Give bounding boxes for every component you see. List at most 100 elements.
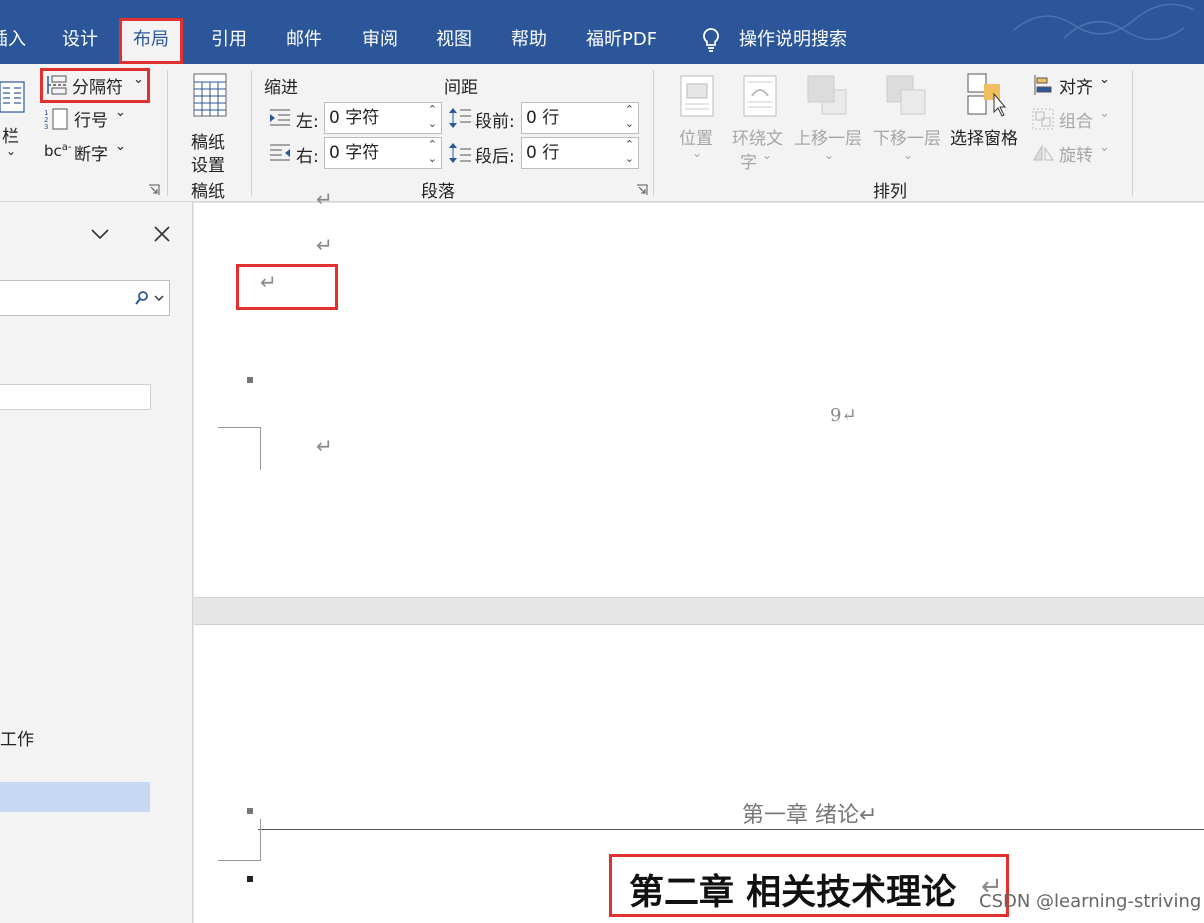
line-numbers-button[interactable]: 123 行号 ⌄ [44,104,144,132]
page-break-icon [47,75,67,95]
rotate-icon [1033,144,1054,161]
svg-text:3: 3 [44,123,48,130]
bring-forward-button[interactable]: 上移一层 ⌄ [792,70,868,170]
crop-mark [218,427,261,470]
dialog-launcher-icon[interactable] [148,184,160,196]
breaks-button[interactable]: 分隔符 ⌄ [40,68,150,103]
spacing-before-spinner[interactable]: 0 行 ⌃ ⌄ [521,102,639,134]
crop-mark [218,819,261,861]
group-separator [1132,70,1133,196]
chevron-down-icon: ⌄ [6,144,17,158]
chapter-heading[interactable]: 第二章 相关技术理论 ↵ [609,854,1009,917]
bullet-marker [247,808,253,814]
lightbulb-icon [703,28,719,52]
hyphenation-icon: bca- [44,142,72,160]
selection-pane-button[interactable]: 选择窗格 [950,70,1026,150]
indent-left-spinner[interactable]: 0 字符 ⌃ ⌄ [324,102,442,134]
paragraph-mark: ↵ [316,233,333,257]
spacing-after-icon [449,143,471,163]
group-label-paragraph: 段落 [421,182,455,202]
group-label-arrange: 排列 [873,182,907,202]
paragraph-mark: ↵ [316,434,333,458]
bring-forward-icon [807,75,847,115]
chevron-down-icon[interactable] [154,294,164,302]
position-icon [680,75,714,117]
selection-pane-icon [967,73,1007,117]
title-bar-decoration [1013,3,1195,40]
nav-selected-item[interactable] [0,782,150,812]
indent-header: 缩进 [264,78,298,98]
tab-references[interactable]: 引用 [207,22,251,58]
bullet-marker [247,377,253,383]
group-objects-button[interactable]: 组合 ⌄ [1032,106,1122,132]
tab-view[interactable]: 视图 [432,22,476,58]
tab-mailings[interactable]: 邮件 [282,22,326,58]
tab-design[interactable]: 设计 [58,22,102,58]
tab-layout[interactable]: 布局 [119,18,183,64]
spinner-arrows-icon[interactable]: ⌃ ⌄ [625,138,634,166]
spinner-arrows-icon[interactable]: ⌃ ⌄ [428,138,437,166]
columns-icon [0,81,25,113]
line-numbers-icon: 123 [44,108,68,130]
group-separator [251,70,252,196]
manuscript-settings-button[interactable]: 稿纸 设置 [180,70,242,176]
position-button[interactable]: 位置 ⌄ [674,70,724,170]
chevron-down-icon: ⌄ [1099,106,1110,121]
nav-list-item[interactable]: 工作 [0,725,34,750]
chevron-down-icon: ⌄ [824,148,835,162]
chevron-down-icon[interactable] [90,226,110,242]
chevron-down-icon: ⌄ [115,105,126,120]
indent-left-label: 左: [296,112,319,132]
indent-right-label: 右: [296,147,319,167]
group-separator [653,70,654,196]
send-backward-button[interactable]: 下移一层 ⌄ [871,70,947,170]
close-icon[interactable] [152,224,172,244]
chevron-down-icon: ⌄ [115,139,126,154]
tab-insert[interactable]: 插入 [0,22,30,58]
document-page-bottom[interactable]: ↵ ↵ ↵ 9↵ ↵ [194,187,1204,597]
tab-review[interactable]: 审阅 [358,22,402,58]
window-title-fragment: ▔▔▔▔▔ [490,0,557,7]
chevron-down-icon: ⌄ [903,148,914,162]
dialog-launcher-icon[interactable] [636,184,648,196]
chevron-down-icon: ⌄ [1099,72,1110,87]
align-button[interactable]: 对齐 ⌄ [1032,72,1122,98]
spacing-after-spinner[interactable]: 0 行 ⌃ ⌄ [521,137,639,169]
spacing-before-label: 段前: [475,112,515,132]
group-separator [167,70,168,196]
indent-left-icon [270,109,290,126]
send-backward-icon [886,75,926,115]
navigation-search-input[interactable] [0,280,170,316]
spacing-before-icon [449,108,471,128]
search-icon[interactable] [134,290,150,306]
ribbon-tab-bar: ▔▔▔▔▔ 插入 设计 布局 引用 邮件 审阅 视图 帮助 福昕PDF 操作说明… [0,0,1204,64]
page-number: 9↵ [830,405,857,426]
chevron-down-icon: ⌄ [1099,140,1110,155]
spinner-arrows-icon[interactable]: ⌃ ⌄ [625,103,634,131]
spacing-header: 间距 [444,78,478,98]
document-page-top[interactable]: 第一章 绪论↵ 第二章 相关技术理论 ↵ [194,625,1204,923]
chevron-down-icon: ⌄ [133,72,144,87]
header-rule [258,829,1204,830]
spinner-arrows-icon[interactable]: ⌃ ⌄ [428,103,437,131]
group-label-manuscript: 稿纸 [191,182,225,202]
navigation-tab-strip[interactable] [0,384,151,410]
group-objects-icon [1032,108,1054,130]
bullet-marker [247,876,253,882]
tell-me-search[interactable]: 操作说明搜索 [735,22,851,58]
navigation-pane: 工作 [0,202,193,923]
manuscript-paper-icon [193,73,227,117]
align-icon [1034,75,1052,95]
hyphenation-button[interactable]: bca- 断字 ⌄ [44,138,144,166]
watermark: CSDN @learning-striving [979,891,1202,912]
wrap-text-icon [743,75,777,117]
chevron-down-icon: ⌄ [692,146,703,160]
tab-foxit-pdf[interactable]: 福昕PDF [582,22,661,58]
running-header: 第一章 绪论↵ [742,803,878,828]
wrap-text-button[interactable]: 环绕文 字 ⌄ [730,70,790,173]
chevron-down-icon: ⌄ [762,148,773,162]
indent-right-spinner[interactable]: 0 字符 ⌃ ⌄ [324,137,442,169]
tab-help[interactable]: 帮助 [507,22,551,58]
page-gap [194,597,1204,625]
rotate-button[interactable]: 旋转 ⌄ [1032,140,1122,166]
